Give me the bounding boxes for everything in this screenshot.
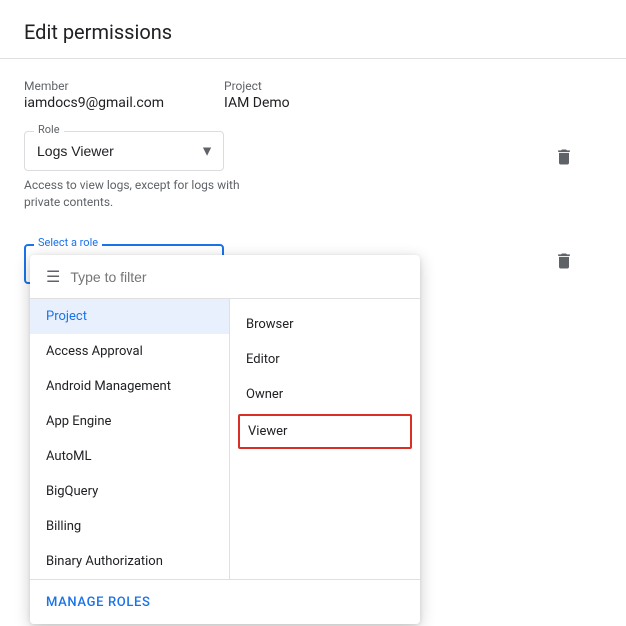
- role-label: Role: [34, 123, 64, 136]
- delete-second-role-button[interactable]: [546, 243, 582, 285]
- delete-first-role-button[interactable]: [546, 139, 582, 181]
- viewer-role-item[interactable]: Viewer: [238, 414, 412, 449]
- project-field: Project IAM Demo: [224, 79, 290, 111]
- dropdown-body: Project Access Approval Android Manageme…: [30, 299, 420, 579]
- role-dropdown: ☰ Project Access Approval Android Manage…: [30, 255, 420, 624]
- trash-icon: [554, 147, 574, 167]
- project-value: IAM Demo: [224, 95, 290, 111]
- member-project-row: Member iamdocs9@gmail.com Project IAM De…: [24, 79, 602, 111]
- header: Edit permissions: [0, 0, 626, 59]
- project-label: Project: [224, 79, 290, 93]
- role-description: Access to view logs, except for logs wit…: [24, 177, 244, 211]
- list-item[interactable]: Binary Authorization: [30, 544, 229, 579]
- list-item[interactable]: App Engine: [30, 404, 229, 439]
- role-section: Role Logs Viewer ▼ Access to view logs, …: [24, 131, 244, 211]
- list-item[interactable]: Android Management: [30, 369, 229, 404]
- list-item[interactable]: BigQuery: [30, 474, 229, 509]
- select-role-label: Select a role: [34, 236, 102, 249]
- trash-icon-2: [554, 251, 574, 271]
- manage-roles-link[interactable]: MANAGE ROLES: [46, 595, 151, 610]
- page: Edit permissions Member iamdocs9@gmail.c…: [0, 0, 626, 626]
- list-item[interactable]: Owner: [230, 377, 420, 412]
- manage-roles-row: MANAGE ROLES: [30, 579, 420, 624]
- first-role-row: Role Logs Viewer ▼ Access to view logs, …: [24, 131, 602, 227]
- role-select-container: Role Logs Viewer ▼: [24, 131, 224, 171]
- list-item[interactable]: Project: [30, 299, 229, 334]
- list-item[interactable]: Billing: [30, 509, 229, 544]
- list-item[interactable]: AutoML: [30, 439, 229, 474]
- filter-icon: ☰: [46, 267, 60, 286]
- member-field: Member iamdocs9@gmail.com: [24, 79, 164, 111]
- member-label: Member: [24, 79, 164, 93]
- list-item[interactable]: Editor: [230, 342, 420, 377]
- member-value: iamdocs9@gmail.com: [24, 95, 164, 111]
- page-title: Edit permissions: [24, 20, 602, 44]
- left-panel: Project Access Approval Android Manageme…: [30, 299, 230, 579]
- filter-input[interactable]: [70, 269, 404, 285]
- role-select[interactable]: Logs Viewer: [24, 131, 224, 171]
- list-item[interactable]: Browser: [230, 307, 420, 342]
- filter-row: ☰: [30, 255, 420, 299]
- list-item[interactable]: Access Approval: [30, 334, 229, 369]
- right-panel: Browser Editor Owner Viewer: [230, 299, 420, 579]
